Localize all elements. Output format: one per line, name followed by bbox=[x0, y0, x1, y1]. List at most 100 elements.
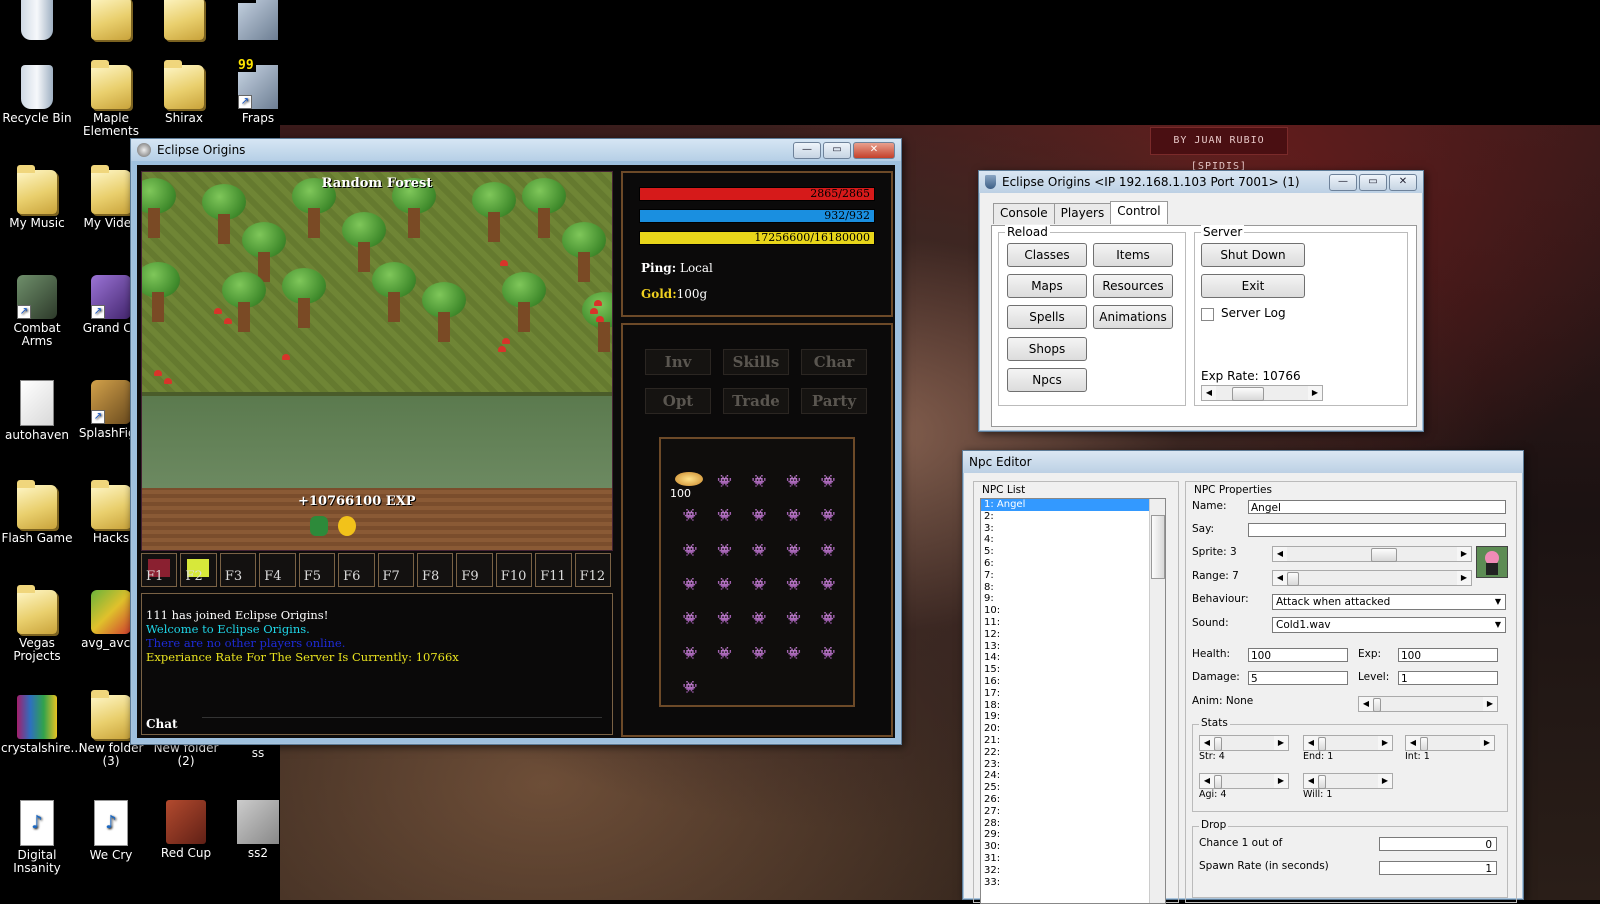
inventory-slot[interactable]: 👾 bbox=[819, 578, 837, 590]
stat-slider-thumb[interactable] bbox=[1420, 737, 1428, 751]
player-character[interactable] bbox=[310, 516, 328, 536]
chat-input-line[interactable] bbox=[202, 717, 602, 718]
inventory-slot[interactable]: 👾 bbox=[750, 612, 768, 624]
exp-rate-slider[interactable]: ◀ ▶ bbox=[1201, 385, 1323, 401]
inventory-slot[interactable]: 👾 bbox=[785, 475, 803, 487]
scroll-right-arrow[interactable]: ▶ bbox=[1274, 774, 1288, 788]
inventory-slot[interactable]: 👾 bbox=[716, 647, 734, 659]
desktop-icon[interactable]: crystalshire... bbox=[1, 695, 82, 755]
desktop-icon[interactable]: 99 Fraps bbox=[222, 59, 294, 125]
inventory-slot[interactable]: 👾 bbox=[681, 578, 699, 590]
say-field[interactable] bbox=[1248, 523, 1506, 537]
close-button[interactable]: ✕ bbox=[1389, 174, 1417, 191]
npc-list-item[interactable]: 20: bbox=[981, 723, 1165, 735]
hotkey-slot-f5[interactable]: F5 bbox=[298, 553, 336, 587]
hotkey-slot-f2[interactable]: F2 bbox=[180, 553, 217, 587]
desktop-icon[interactable]: My Music bbox=[1, 165, 73, 230]
scroll-right-arrow[interactable]: ▶ bbox=[1274, 736, 1288, 750]
hotkey-slot-f4[interactable]: F4 bbox=[259, 553, 296, 587]
menu-skills-button[interactable]: Skills bbox=[723, 349, 789, 375]
inventory-slot[interactable]: 👾 bbox=[681, 612, 699, 624]
inventory-slot[interactable]: 👾 bbox=[716, 475, 734, 487]
game-titlebar[interactable]: Eclipse Origins bbox=[131, 139, 901, 161]
chevron-down-icon[interactable]: ▼ bbox=[1491, 595, 1505, 609]
inventory-slot[interactable]: 👾 bbox=[716, 509, 734, 521]
damage-field[interactable]: 5 bbox=[1248, 671, 1348, 685]
scroll-right-arrow[interactable]: ▶ bbox=[1483, 697, 1497, 711]
spawn-rate-field[interactable]: 1 bbox=[1379, 861, 1497, 875]
gold-item-icon[interactable] bbox=[675, 472, 703, 486]
inventory-slot[interactable]: 👾 bbox=[750, 578, 768, 590]
scroll-right-arrow[interactable]: ▶ bbox=[1457, 571, 1471, 585]
hotkey-slot-f9[interactable]: F9 bbox=[456, 553, 493, 587]
npc-list-item[interactable]: 25: bbox=[981, 782, 1165, 794]
scroll-left-arrow[interactable]: ◀ bbox=[1304, 774, 1318, 788]
chance-field[interactable]: 0 bbox=[1379, 837, 1497, 851]
desktop-icon[interactable]: Flash Game bbox=[1, 480, 73, 545]
npc-list-item[interactable]: 28: bbox=[981, 818, 1165, 830]
reload-items-button[interactable]: Items bbox=[1093, 243, 1173, 267]
minimize-button[interactable]: — bbox=[793, 142, 821, 159]
npc-list[interactable]: 1: Angel 2: 3: 4: 5: 6: 7: 8: 9: 10: 11: 12: 13: 14: 1… bbox=[980, 498, 1166, 904]
scroll-left-arrow[interactable]: ◀ bbox=[1202, 386, 1216, 400]
inventory-slot[interactable]: 👾 bbox=[785, 612, 803, 624]
range-slider[interactable]: ◀ ▶ bbox=[1272, 570, 1472, 586]
tab-console[interactable]: Console bbox=[993, 203, 1055, 224]
shutdown-button[interactable]: Shut Down bbox=[1201, 243, 1305, 267]
inventory-slot[interactable]: 👾 bbox=[785, 509, 803, 521]
scroll-left-arrow[interactable]: ◀ bbox=[1359, 697, 1373, 711]
npc-list-item[interactable]: 31: bbox=[981, 853, 1165, 865]
npc-list-item[interactable]: 33: bbox=[981, 877, 1165, 889]
inventory-slot[interactable]: 👾 bbox=[819, 612, 837, 624]
reload-npcs-button[interactable]: Npcs bbox=[1007, 368, 1087, 392]
behaviour-dropdown[interactable]: Attack when attacked ▼ bbox=[1272, 594, 1506, 610]
health-field[interactable]: 100 bbox=[1248, 648, 1348, 662]
npc-list-item[interactable]: 1: Angel bbox=[981, 499, 1165, 511]
npc-list-item[interactable]: 19: bbox=[981, 711, 1165, 723]
reload-resources-button[interactable]: Resources bbox=[1093, 274, 1173, 298]
desktop-icon[interactable]: ss bbox=[222, 747, 294, 760]
npc-list-item[interactable]: 15: bbox=[981, 664, 1165, 676]
inventory-slot[interactable]: 👾 bbox=[750, 544, 768, 556]
sprite-slider-thumb[interactable] bbox=[1371, 548, 1397, 562]
scroll-left-arrow[interactable]: ◀ bbox=[1406, 736, 1420, 750]
desktop-icon[interactable]: Recycle Bin bbox=[1, 65, 73, 125]
hotkey-slot-f10[interactable]: F10 bbox=[495, 553, 533, 587]
anim-slider[interactable]: ◀ ▶ bbox=[1358, 696, 1498, 712]
npc-list-item[interactable]: 13: bbox=[981, 641, 1165, 653]
menu-trade-button[interactable]: Trade bbox=[723, 388, 789, 414]
inventory-slot[interactable]: 👾 bbox=[819, 475, 837, 487]
inventory-slot[interactable]: 👾 bbox=[681, 544, 699, 556]
range-slider-thumb[interactable] bbox=[1287, 572, 1299, 586]
stat-slider[interactable]: ◀ ▶ bbox=[1303, 773, 1393, 789]
inventory-slot[interactable]: 👾 bbox=[785, 647, 803, 659]
game-window[interactable]: Eclipse Origins — ▭ ✕ Random Forest +107… bbox=[130, 138, 902, 745]
desktop-icon[interactable]: Red Cup bbox=[150, 800, 222, 860]
close-button[interactable]: ✕ bbox=[853, 142, 895, 159]
level-field[interactable]: 1 bbox=[1398, 671, 1498, 685]
npc-list-item[interactable]: 27: bbox=[981, 806, 1165, 818]
scroll-left-arrow[interactable]: ◀ bbox=[1273, 547, 1287, 561]
npc-list-item[interactable]: 16: bbox=[981, 676, 1165, 688]
server-log-checkbox[interactable] bbox=[1201, 308, 1214, 321]
npc-list-item[interactable]: 10: bbox=[981, 605, 1165, 617]
menu-char-button[interactable]: Char bbox=[801, 349, 867, 375]
desktop-icon[interactable]: ss2 bbox=[222, 800, 294, 860]
scroll-left-arrow[interactable]: ◀ bbox=[1200, 736, 1214, 750]
inventory-slot[interactable]: 👾 bbox=[785, 578, 803, 590]
hotkey-slot-f6[interactable]: F6 bbox=[338, 553, 375, 587]
npc-list-item[interactable]: 24: bbox=[981, 770, 1165, 782]
stat-slider[interactable]: ◀ ▶ bbox=[1303, 735, 1393, 751]
npc-list-item[interactable]: 23: bbox=[981, 759, 1165, 771]
reload-animations-button[interactable]: Animations bbox=[1093, 305, 1173, 329]
npc-list-item[interactable]: 8: bbox=[981, 582, 1165, 594]
inventory-slot[interactable]: 👾 bbox=[750, 509, 768, 521]
npc-list-item[interactable]: 5: bbox=[981, 546, 1165, 558]
desktop-icon[interactable]: ♪ We Cry bbox=[75, 800, 147, 862]
minimize-button[interactable]: — bbox=[1329, 174, 1357, 191]
npc-list-item[interactable]: 26: bbox=[981, 794, 1165, 806]
reload-spells-button[interactable]: Spells bbox=[1007, 305, 1087, 329]
npc-list-item[interactable]: 2: bbox=[981, 511, 1165, 523]
stat-slider-thumb[interactable] bbox=[1318, 737, 1326, 751]
scroll-right-arrow[interactable]: ▶ bbox=[1378, 774, 1392, 788]
